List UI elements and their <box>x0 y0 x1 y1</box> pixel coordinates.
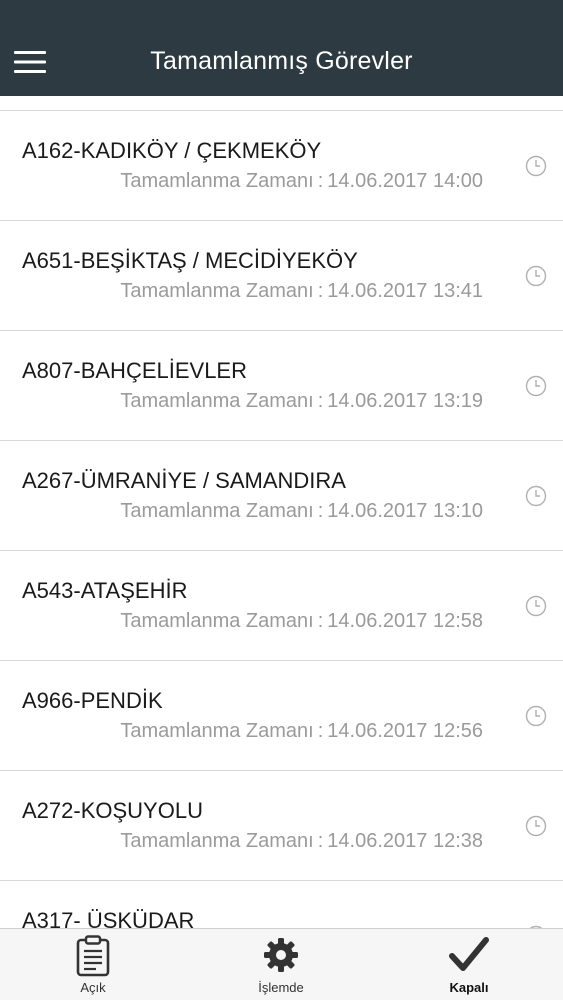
clipboard-icon <box>76 935 110 977</box>
completion-label: Tamamlanma Zamanı <box>120 280 314 302</box>
clock-icon <box>525 595 547 617</box>
completion-label: Tamamlanma Zamanı <box>120 170 314 192</box>
separator: : <box>317 720 324 742</box>
tab-bar: Açık İşlemde Kapalı <box>0 928 563 1000</box>
completion-time-value: 14.06.2017 12:56 <box>327 720 483 742</box>
completion-time-value: 14.06.2017 13:19 <box>327 390 483 412</box>
separator: : <box>317 390 324 412</box>
task-row[interactable]: A966-PENDİK Tamamlanma Zamanı:14.06.2017… <box>0 661 563 771</box>
completion-label: Tamamlanma Zamanı <box>120 390 314 412</box>
tab-islemde[interactable]: İşlemde <box>221 929 341 1000</box>
task-list[interactable]: A162-KADIKÖY / ÇEKMEKÖY Tamamlanma Zaman… <box>0 96 563 928</box>
task-title: A651-BEŞİKTAŞ / MECİDİYEKÖY <box>22 248 358 273</box>
separator: : <box>317 280 324 302</box>
task-title: A272-KOŞUYOLU <box>22 798 203 823</box>
completion-time-value: 14.06.2017 13:41 <box>327 280 483 302</box>
task-title: A162-KADIKÖY / ÇEKMEKÖY <box>22 138 322 163</box>
checkmark-icon <box>449 937 489 971</box>
task-title: A966-PENDİK <box>22 688 163 713</box>
task-completion-time: Tamamlanma Zamanı:14.06.2017 12:58 <box>120 610 483 633</box>
separator: : <box>317 830 324 852</box>
task-row[interactable]: A651-BEŞİKTAŞ / MECİDİYEKÖY Tamamlanma Z… <box>0 221 563 331</box>
clock-icon <box>525 705 547 727</box>
task-completion-time: Tamamlanma Zamanı:14.06.2017 13:19 <box>120 390 483 413</box>
page-title: Tamamlanmış Görevler <box>150 47 413 75</box>
task-row[interactable]: A272-KOŞUYOLU Tamamlanma Zamanı:14.06.20… <box>0 771 563 881</box>
completion-time-value: 14.06.2017 12:38 <box>327 830 483 852</box>
task-completion-time: Tamamlanma Zamanı:14.06.2017 14:00 <box>120 170 483 193</box>
tab-label: Kapalı <box>449 980 489 995</box>
separator: : <box>317 170 324 192</box>
tab-acik[interactable]: Açık <box>33 929 153 1000</box>
task-title: A807-BAHÇELİEVLER <box>22 358 247 383</box>
clock-icon <box>525 265 547 287</box>
separator: : <box>317 500 324 522</box>
task-completion-time: Tamamlanma Zamanı:14.06.2017 13:41 <box>120 280 483 303</box>
task-title: A267-ÜMRANİYE / SAMANDIRA <box>22 468 346 493</box>
completion-label: Tamamlanma Zamanı <box>120 720 314 742</box>
completion-time-value: 14.06.2017 14:00 <box>327 170 483 192</box>
clock-icon <box>525 815 547 837</box>
app-screen: Tamamlanmış Görevler A162-KADIKÖY / ÇEKM… <box>0 0 563 1000</box>
task-title: A317- ÜSKÜDAR <box>22 908 195 928</box>
task-row[interactable]: A317- ÜSKÜDAR <box>0 881 563 928</box>
task-row[interactable]: A162-KADIKÖY / ÇEKMEKÖY Tamamlanma Zaman… <box>0 111 563 221</box>
tab-label: Açık <box>80 980 106 995</box>
list-top-divider <box>0 96 563 111</box>
tab-kapali[interactable]: Kapalı <box>409 929 529 1000</box>
completion-label: Tamamlanma Zamanı <box>120 500 314 522</box>
task-title: A543-ATAŞEHİR <box>22 578 188 603</box>
clock-icon <box>525 155 547 177</box>
task-completion-time: Tamamlanma Zamanı:14.06.2017 12:56 <box>120 720 483 743</box>
completion-time-value: 14.06.2017 12:58 <box>327 610 483 632</box>
navigation-bar: Tamamlanmış Görevler <box>0 0 563 96</box>
task-completion-time: Tamamlanma Zamanı:14.06.2017 12:38 <box>120 830 483 853</box>
tab-label: İşlemde <box>258 980 304 995</box>
clock-icon <box>525 485 547 507</box>
task-completion-time: Tamamlanma Zamanı:14.06.2017 13:10 <box>120 500 483 523</box>
task-row[interactable]: A267-ÜMRANİYE / SAMANDIRA Tamamlanma Zam… <box>0 441 563 551</box>
clock-icon <box>525 375 547 397</box>
task-row[interactable]: A807-BAHÇELİEVLER Tamamlanma Zamanı:14.0… <box>0 331 563 441</box>
separator: : <box>317 610 324 632</box>
completion-time-value: 14.06.2017 13:10 <box>327 500 483 522</box>
completion-label: Tamamlanma Zamanı <box>120 830 314 852</box>
completion-label: Tamamlanma Zamanı <box>120 610 314 632</box>
gear-icon <box>264 938 298 972</box>
task-row[interactable]: A543-ATAŞEHİR Tamamlanma Zamanı:14.06.20… <box>0 551 563 661</box>
